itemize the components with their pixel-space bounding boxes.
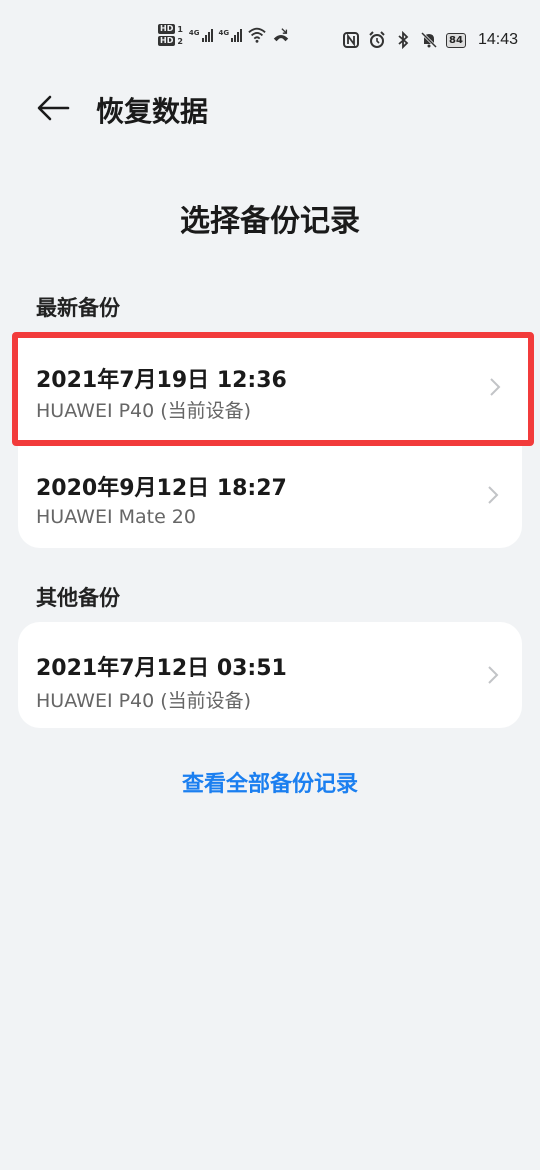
- hd-2-indicator: HD 2: [158, 36, 183, 46]
- app-bar: 恢复数据: [0, 80, 540, 136]
- back-arrow-icon[interactable]: [36, 94, 70, 122]
- call-forward-icon: [273, 28, 289, 42]
- nfc-icon: [343, 32, 360, 48]
- hd-1-indicator: HD 1: [158, 24, 183, 34]
- hd-1-number: 1: [177, 24, 183, 34]
- bluetooth-icon: [398, 31, 409, 49]
- backup-row-2[interactable]: 2020年9月12日 18:27 HUAWEI Mate 20: [18, 442, 522, 548]
- status-bar-left: HD 1 HD 2 4G 4G: [158, 24, 290, 46]
- backup-device: HUAWEI P40 (当前设备): [36, 400, 252, 422]
- hd-1-label: HD: [158, 24, 176, 34]
- alarm-icon: [369, 31, 385, 48]
- battery-level: 84: [446, 32, 466, 48]
- other-backup-card: 2021年7月12日 03:51 HUAWEI P40 (当前设备): [18, 622, 522, 728]
- backup-row-3[interactable]: 2021年7月12日 03:51 HUAWEI P40 (当前设备): [18, 622, 522, 728]
- status-bar: HD 1 HD 2 4G 4G 84 14:43: [0, 0, 540, 80]
- network-2-type: 4G: [218, 28, 230, 37]
- app-bar-title: 恢复数据: [96, 95, 209, 128]
- mute-bell-icon: [420, 31, 438, 49]
- network-1-type: 4G: [188, 28, 200, 37]
- backup-date: 2020年9月12日 18:27: [36, 476, 287, 501]
- section-label-other: 其他备份: [36, 586, 120, 610]
- hd-2-label: HD: [158, 36, 176, 46]
- backup-date: 2021年7月12日 03:51: [36, 656, 287, 681]
- status-time: 14:43: [477, 31, 518, 48]
- hd-2-number: 2: [177, 36, 183, 46]
- backup-device: HUAWEI P40 (当前设备): [36, 690, 252, 712]
- backup-device: HUAWEI Mate 20: [36, 506, 196, 528]
- view-all-backups-link[interactable]: 查看全部备份记录: [0, 766, 540, 798]
- chevron-right-icon: [488, 666, 499, 684]
- wifi-icon: [248, 27, 266, 43]
- chevron-right-icon: [490, 378, 501, 396]
- chevron-right-icon: [488, 486, 499, 504]
- section-label-latest: 最新备份: [36, 296, 120, 320]
- status-bar-right: 84 14:43: [342, 31, 518, 49]
- page-title: 选择备份记录: [180, 204, 360, 239]
- signal-2-icon: 4G: [218, 28, 243, 42]
- hd-indicators: HD 1 HD 2: [158, 24, 183, 46]
- backup-row-1[interactable]: 2021年7月19日 12:36 HUAWEI P40 (当前设备): [12, 332, 534, 446]
- signal-1-icon: 4G: [188, 28, 213, 42]
- backup-date: 2021年7月19日 12:36: [36, 368, 287, 393]
